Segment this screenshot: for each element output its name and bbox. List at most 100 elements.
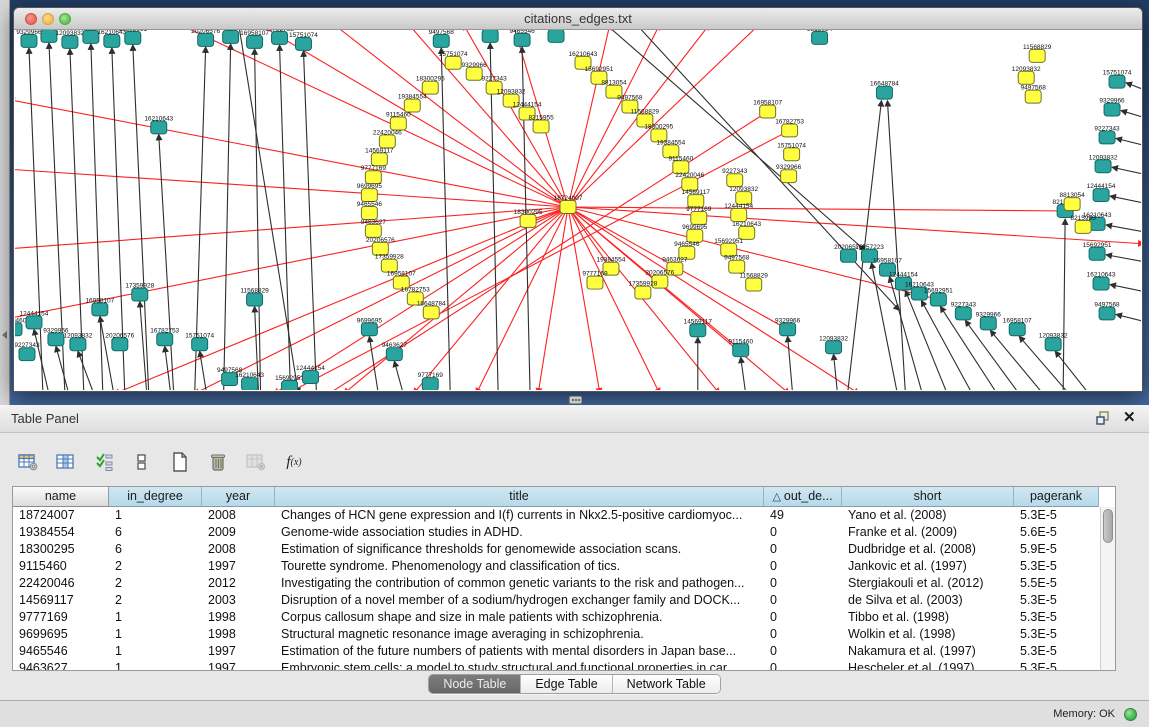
table-row[interactable]: 1456911722003Disruption of a novel membe… (13, 592, 1115, 609)
table-row[interactable]: 911546021997Tourette syndrome. Phenomeno… (13, 558, 1115, 575)
graph-node-teal[interactable]: 17359928 (125, 283, 154, 301)
table-row[interactable]: 1872400712008Changes of HCN gene express… (13, 507, 1115, 524)
citation-edge-black[interactable] (303, 51, 316, 390)
graph-node-teal[interactable]: 9699695 (357, 317, 383, 335)
column-visibility-icon[interactable] (52, 447, 80, 477)
column-header-in_degree[interactable]: in_degree (109, 487, 202, 507)
graph-node-teal[interactable]: 15751074 (289, 32, 318, 50)
table-row[interactable]: 2242004622012Investigating the contribut… (13, 575, 1115, 592)
graph-node-yellow[interactable]: 16648784 (417, 300, 446, 318)
graph-node-teal[interactable]: 15751074 (1103, 70, 1132, 88)
citation-edge-black[interactable] (239, 30, 299, 390)
citation-edge-red[interactable] (568, 207, 600, 390)
graph-node-teal[interactable]: 15692951 (275, 375, 304, 390)
graph-node-yellow[interactable]: 14569117 (682, 189, 711, 207)
graph-node-teal[interactable]: 16648784 (870, 81, 899, 99)
graph-node-teal[interactable]: 9329966 (775, 317, 801, 335)
column-header-pagerank[interactable]: pagerank (1014, 487, 1099, 507)
graph-node-teal[interactable]: 15692951 (118, 30, 147, 44)
graph-node-yellow[interactable]: 9465546 (357, 201, 383, 219)
column-header-name[interactable]: name (13, 487, 109, 507)
graph-node-yellow[interactable]: 15751074 (777, 142, 806, 160)
table-header-row[interactable]: namein_degreeyeartitle△out_de...shortpag… (13, 487, 1115, 507)
citation-edge-red[interactable] (568, 207, 1141, 244)
citation-edge-red[interactable] (538, 207, 568, 390)
citation-edge-black[interactable] (140, 301, 147, 390)
graph-node-teal[interactable]: 20206576 (105, 332, 134, 350)
graph-node-teal[interactable]: 15751074 (185, 332, 214, 350)
row-selection-icon[interactable] (90, 447, 118, 477)
graph-node-yellow[interactable]: 15692951 (714, 238, 743, 256)
graph-node-teal[interactable]: 15692951 (1083, 242, 1112, 260)
table-row[interactable]: 946554611997Estimation of the future num… (13, 643, 1115, 660)
graph-node-teal[interactable]: 9227343 (1094, 125, 1120, 143)
graph-node-teal[interactable]: 8813054 (807, 30, 833, 44)
tab-edge-table[interactable]: Edge Table (521, 675, 612, 693)
tab-node-table[interactable]: Node Table (429, 675, 521, 693)
citation-edge-black[interactable] (1106, 255, 1141, 262)
citation-edge-black[interactable] (159, 134, 174, 390)
graph-node-teal[interactable]: 9497568 (1094, 301, 1120, 319)
graph-node-yellow[interactable]: 17359928 (628, 281, 657, 299)
citation-edge-red[interactable] (15, 169, 568, 207)
column-header-year[interactable]: year (202, 487, 275, 507)
graph-node-teal[interactable]: 14569117 (684, 318, 713, 336)
table-settings-icon[interactable] (14, 447, 42, 477)
network-view-window[interactable]: citations_edges.txt 93299669227343120938… (13, 7, 1143, 392)
citation-edge-black[interactable] (441, 48, 450, 390)
graph-node-teal[interactable]: 20206576 (191, 30, 220, 46)
delete-rows-icon[interactable] (204, 447, 232, 477)
graph-node-yellow[interactable]: 17359928 (375, 254, 404, 272)
citation-edge-black[interactable] (1106, 225, 1141, 232)
graph-node-yellow[interactable]: 16958107 (753, 100, 782, 118)
graph-node-yellow[interactable]: 9777169 (361, 165, 387, 183)
graph-node-teal[interactable]: 9777169 (418, 372, 444, 390)
graph-node-yellow[interactable]: 11568829 (1023, 44, 1052, 62)
table-row[interactable]: 1830029562008Estimation of significance … (13, 541, 1115, 558)
graph-node-yellow[interactable]: 16782753 (775, 118, 804, 136)
graph-node-teal[interactable]: 9329966 (1099, 98, 1125, 116)
graph-node-teal[interactable]: 9329966 (16, 30, 42, 47)
table-row[interactable]: 1938455462009Genome-wide association stu… (13, 524, 1115, 541)
citation-edge-black[interactable] (1063, 219, 1065, 390)
citation-edge-black[interactable] (224, 44, 231, 390)
table-row[interactable]: 969969511998Structural magnetic resonanc… (13, 626, 1115, 643)
table-row[interactable]: 977716911998Corpus callosum shape and si… (13, 609, 1115, 626)
graph-node-yellow[interactable]: 9115460 (668, 155, 693, 173)
graph-node-teal[interactable]: 12093832 (1089, 154, 1118, 172)
graph-node-teal[interactable]: 12444154 (1087, 183, 1116, 201)
citation-edge-black[interactable] (1116, 314, 1141, 321)
graph-node-yellow[interactable]: 14569117 (365, 147, 394, 165)
citation-edge-black[interactable] (165, 346, 171, 390)
column-header-short[interactable]: short (842, 487, 1014, 507)
citation-edge-black[interactable] (741, 357, 746, 390)
citation-edge-black[interactable] (990, 330, 1043, 390)
graph-node-yellow[interactable]: 9699695 (357, 183, 383, 201)
citation-edge-red[interactable] (568, 207, 859, 390)
citation-edge-black[interactable] (91, 44, 103, 390)
graph-node-yellow[interactable]: 22420046 (373, 129, 402, 147)
toggle-panel-icon[interactable] (128, 447, 156, 477)
graph-node-teal[interactable]: 16958107 (1003, 317, 1032, 335)
graph-node-teal[interactable]: 20206576 (834, 244, 863, 262)
citation-edge-black[interactable] (834, 354, 838, 390)
citation-edge-red[interactable] (114, 207, 568, 390)
table-row[interactable]: 946362711997Embryonic stem cells: a mode… (13, 660, 1115, 671)
citation-edge-black[interactable] (788, 336, 793, 390)
graph-node-teal[interactable]: 11568829 (240, 288, 269, 306)
graph-node-yellow[interactable]: 11568829 (740, 273, 769, 291)
graph-node-teal[interactable]: 9115460 (15, 317, 27, 335)
graph-node-teal[interactable]: 12093832 (55, 30, 84, 48)
citation-edge-black[interactable] (1112, 167, 1141, 174)
graph-node-teal[interactable]: 9497568 (429, 30, 455, 47)
citation-edge-red[interactable] (15, 100, 568, 207)
graph-node-yellow[interactable]: 12093832 (1012, 66, 1041, 84)
graph-node-teal[interactable]: 15692951 (542, 30, 571, 42)
graph-node-yellow[interactable]: 9227343 (722, 168, 748, 186)
memory-status-icon[interactable] (1124, 708, 1137, 721)
citation-edge-black[interactable] (1110, 196, 1141, 203)
citation-edge-black[interactable] (1110, 285, 1141, 292)
graph-node-teal[interactable]: 11568829 (476, 30, 505, 42)
citation-edge-black[interactable] (1121, 111, 1141, 118)
network-graph[interactable]: 9329966922734312093832124441541621064315… (15, 30, 1141, 390)
